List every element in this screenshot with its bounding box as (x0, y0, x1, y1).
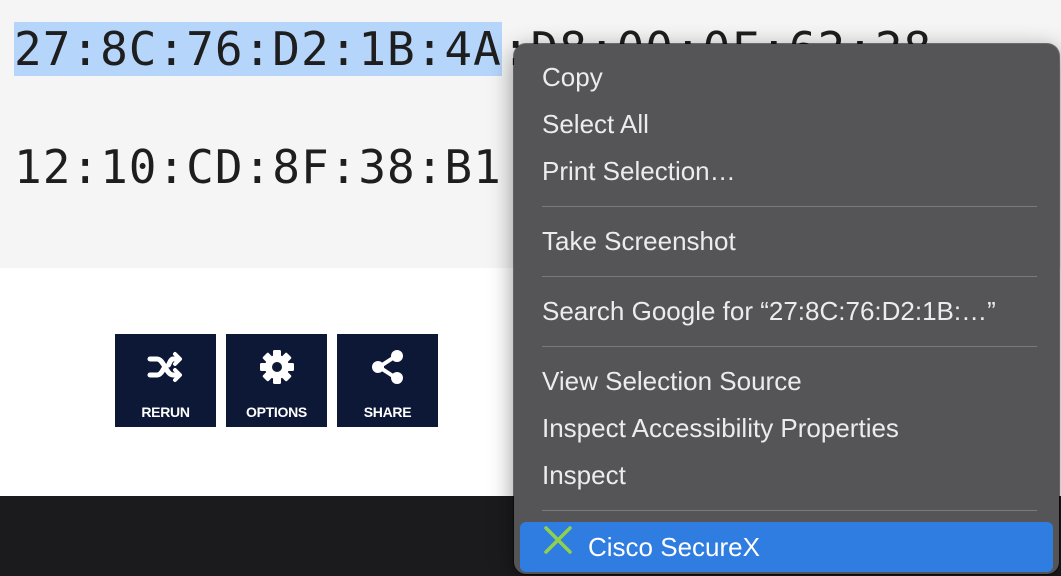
menu-item-search-google[interactable]: Search Google for “27:8C:76:D2:1B:…” (514, 288, 1059, 335)
menu-separator (542, 510, 1037, 511)
menu-separator (542, 276, 1037, 277)
action-toolbar: RERUN OPTIONS SHARE (115, 334, 438, 427)
options-button[interactable]: OPTIONS (226, 334, 327, 427)
mac-address-line-2[interactable]: 12:10:CD:8F:38:B1 (14, 140, 502, 194)
menu-item-select-all[interactable]: Select All (514, 101, 1059, 148)
share-label: SHARE (363, 404, 412, 420)
share-icon (368, 347, 408, 392)
options-label: OPTIONS (246, 404, 307, 420)
selected-text[interactable]: 27:8C:76:D2:1B:4A (14, 22, 502, 76)
rerun-label: RERUN (141, 404, 190, 420)
menu-item-copy[interactable]: Copy (514, 54, 1059, 101)
gear-icon (257, 347, 297, 392)
shuffle-icon (146, 347, 186, 392)
share-button[interactable]: SHARE (337, 334, 438, 427)
context-menu: Copy Select All Print Selection… Take Sc… (514, 44, 1059, 574)
menu-item-print-selection[interactable]: Print Selection… (514, 148, 1059, 195)
cisco-securex-label: Cisco SecureX (588, 531, 760, 562)
rerun-button[interactable]: RERUN (115, 334, 216, 427)
menu-separator (542, 346, 1037, 347)
menu-item-take-screenshot[interactable]: Take Screenshot (514, 218, 1059, 265)
cisco-securex-icon (542, 524, 588, 571)
menu-separator (542, 206, 1037, 207)
menu-item-cisco-securex[interactable]: Cisco SecureX (520, 522, 1053, 572)
menu-item-inspect-accessibility[interactable]: Inspect Accessibility Properties (514, 405, 1059, 452)
menu-item-view-selection-source[interactable]: View Selection Source (514, 358, 1059, 405)
menu-item-inspect[interactable]: Inspect (514, 452, 1059, 499)
